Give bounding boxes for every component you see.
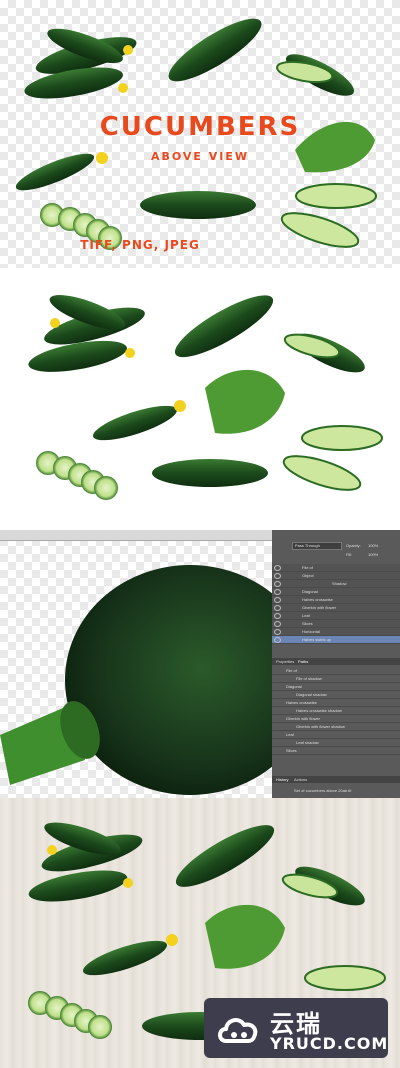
title-panel: CUCUMBERS ABOVE VIEW TIFF, PNG, JPEG xyxy=(0,0,400,268)
history-item[interactable]: Set of cucumbers above 20ab.tif xyxy=(294,788,351,793)
path-label: Diagonal shadow xyxy=(296,692,327,697)
eye-icon[interactable] xyxy=(274,637,281,643)
eye-icon[interactable] xyxy=(274,621,281,627)
blend-mode-value: Pass Through xyxy=(295,543,320,548)
layer-label: Leaf xyxy=(302,613,310,618)
layer-row[interactable]: File of xyxy=(272,564,400,572)
layer-row-selected[interactable]: Halves swirls up xyxy=(272,636,400,644)
path-label: Slices xyxy=(286,748,297,753)
blend-mode-select[interactable]: Pass Through xyxy=(292,542,342,550)
layer-label: File of xyxy=(302,565,313,570)
path-row[interactable]: File of xyxy=(272,667,400,675)
properties-tab-bar: Properties Paths xyxy=(272,658,400,665)
layer-label: Gherkin with flower xyxy=(302,605,337,610)
cucumbers-illustration-white xyxy=(28,295,383,500)
layer-label: Diagonal xyxy=(302,589,318,594)
path-label: File of shadow xyxy=(296,676,322,681)
layer-label: Slices xyxy=(302,621,313,626)
opacity-label: Opacity: xyxy=(346,543,361,548)
path-row[interactable]: Halves crosswise xyxy=(272,699,400,707)
eye-icon[interactable] xyxy=(274,573,281,579)
fill-label: Fill: xyxy=(346,552,353,557)
layer-row[interactable]: Leaf xyxy=(272,612,400,620)
layer-row[interactable]: Object xyxy=(272,572,400,580)
path-label: Gherkin with flower shadow xyxy=(296,724,345,729)
layer-row[interactable]: Gherkin with flower xyxy=(272,604,400,612)
canvas-area xyxy=(0,530,272,798)
eye-icon[interactable] xyxy=(274,589,281,595)
tab-properties[interactable]: Properties xyxy=(276,659,294,664)
eye-icon[interactable] xyxy=(274,597,281,603)
page-subtitle: ABOVE VIEW xyxy=(150,150,250,163)
eye-icon[interactable] xyxy=(274,565,281,571)
cucumber-closeup xyxy=(0,565,272,795)
white-background-panel xyxy=(0,268,400,530)
path-row[interactable]: File of shadow xyxy=(272,675,400,683)
layer-label: Shadow xyxy=(332,581,347,586)
eye-icon[interactable] xyxy=(274,581,281,587)
path-row[interactable]: Gherkin with flower shadow xyxy=(272,723,400,731)
path-label: Halves crosswise xyxy=(286,700,317,705)
path-label: Gherkin with flower xyxy=(286,716,321,721)
path-label: Halves crosswise shadow xyxy=(296,708,342,713)
path-row[interactable]: Diagonal shadow xyxy=(272,691,400,699)
path-label: Diagonal xyxy=(286,684,302,689)
layer-row[interactable]: Slices xyxy=(272,620,400,628)
tab-history[interactable]: History xyxy=(276,777,288,782)
tab-actions[interactable]: Actions xyxy=(294,777,307,782)
layer-row[interactable]: Diagonal xyxy=(272,588,400,596)
fill-value[interactable]: 100% xyxy=(368,552,378,557)
watermark-brand-en: YRUCD.COM xyxy=(270,1034,389,1053)
path-label: File of xyxy=(286,668,297,673)
eye-icon[interactable] xyxy=(274,613,281,619)
cloud-logo-icon xyxy=(218,1018,258,1043)
history-tab-bar: History Actions xyxy=(272,776,400,783)
eye-icon[interactable] xyxy=(274,605,281,611)
path-row[interactable]: Gherkin with flower xyxy=(272,715,400,723)
layer-label: Horizontal xyxy=(302,629,321,634)
page-title: CUCUMBERS xyxy=(99,112,301,142)
opacity-value[interactable]: 100% xyxy=(368,543,378,548)
tab-paths[interactable]: Paths xyxy=(298,659,308,664)
photoshop-panel: Pass Through Opacity: 100% Fill: 100% Fi… xyxy=(0,530,400,798)
format-list: TIFF, PNG, JPEG xyxy=(80,238,200,252)
layer-label: Halves swirls up xyxy=(302,637,331,642)
layer-row[interactable]: Halves crosswise xyxy=(272,596,400,604)
path-label: Leaf shadow xyxy=(296,740,319,745)
eye-icon[interactable] xyxy=(274,629,281,635)
layer-label: Halves crosswise xyxy=(302,597,333,602)
watermark-badge: 云瑞 YRUCD.COM xyxy=(204,998,388,1058)
path-row[interactable]: Halves crosswise shadow xyxy=(272,707,400,715)
path-row[interactable]: Leaf xyxy=(272,731,400,739)
path-row[interactable]: Slices xyxy=(272,747,400,755)
layer-label: Object xyxy=(302,573,314,578)
layer-row[interactable]: Horizontal xyxy=(272,628,400,636)
path-row[interactable]: Leaf shadow xyxy=(272,739,400,747)
path-label: Leaf xyxy=(286,732,294,737)
layer-row[interactable]: Shadow xyxy=(272,580,400,588)
layers-panel: Pass Through Opacity: 100% Fill: 100% Fi… xyxy=(272,530,400,798)
path-row[interactable]: Diagonal xyxy=(272,683,400,691)
